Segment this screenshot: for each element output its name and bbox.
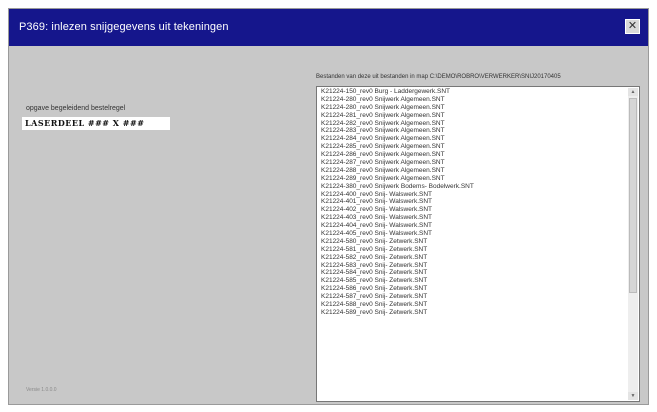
list-item[interactable]: K21224-281_rev0 Snijwerk Algemeen.SNT <box>321 112 625 120</box>
vertical-scrollbar[interactable]: ▲ ▼ <box>628 88 638 400</box>
list-item[interactable]: K21224-150_rev0 Burg - Laddergewerk.SNT <box>321 88 625 96</box>
file-list: K21224-150_rev0 Burg - Laddergewerk.SNT K… <box>321 88 625 317</box>
list-item[interactable]: K21224-288_rev0 Snijwerk Algemeen.SNT <box>321 167 625 175</box>
scroll-thumb[interactable] <box>629 98 637 293</box>
file-listbox[interactable]: K21224-150_rev0 Burg - Laddergewerk.SNT K… <box>316 86 640 402</box>
list-item[interactable]: K21224-400_rev0 Snij- Walswerk.SNT <box>321 191 625 199</box>
list-item[interactable]: K21224-283_rev0 Snijwerk Algemeen.SNT <box>321 127 625 135</box>
title-bar[interactable]: P369: inlezen snijgegevens uit tekeninge… <box>9 9 648 46</box>
list-item[interactable]: K21224-405_rev0 Snij- Walswerk.SNT <box>321 230 625 238</box>
window-title: P369: inlezen snijgegevens uit tekeninge… <box>19 21 229 33</box>
source-folder-label: Bestanden van deze uit bestanden in map … <box>316 74 561 80</box>
list-item[interactable]: K21224-588_rev0 Snij- Zetwerk.SNT <box>321 301 625 309</box>
arrow-up-icon: ▲ <box>630 89 636 95</box>
list-item[interactable]: K21224-401_rev0 Snij- Walswerk.SNT <box>321 198 625 206</box>
list-item[interactable]: K21224-582_rev0 Snij- Zetwerk.SNT <box>321 254 625 262</box>
list-item[interactable]: K21224-280_rev0 Snijwerk Algemeen.SNT <box>321 96 625 104</box>
version-label: Versie 1.0.0.0 <box>26 387 57 393</box>
close-button[interactable]: ✕ <box>625 19 640 34</box>
list-item[interactable]: K21224-586_rev0 Snij- Zetwerk.SNT <box>321 285 625 293</box>
list-item[interactable]: K21224-583_rev0 Snij- Zetwerk.SNT <box>321 262 625 270</box>
list-item[interactable]: K21224-286_rev0 Snijwerk Algemeen.SNT <box>321 151 625 159</box>
list-item[interactable]: K21224-404_rev0 Snij- Walswerk.SNT <box>321 222 625 230</box>
list-item[interactable]: K21224-380_rev0 Snijwerk Bodems- Bodelwe… <box>321 183 625 191</box>
list-item[interactable]: K21224-285_rev0 Snijwerk Algemeen.SNT <box>321 143 625 151</box>
order-line-label: opgave begeleidend bestelregel <box>26 105 126 112</box>
list-item[interactable]: K21224-581_rev0 Snij- Zetwerk.SNT <box>321 246 625 254</box>
scroll-up-button[interactable]: ▲ <box>628 88 638 96</box>
list-item[interactable]: K21224-402_rev0 Snij- Walswerk.SNT <box>321 206 625 214</box>
list-item[interactable]: K21224-585_rev0 Snij- Zetwerk.SNT <box>321 277 625 285</box>
list-item[interactable]: K21224-587_rev0 Snij- Zetwerk.SNT <box>321 293 625 301</box>
list-item[interactable]: K21224-287_rev0 Snijwerk Algemeen.SNT <box>321 159 625 167</box>
order-line-input[interactable]: LASERDEEL ### X ### <box>22 117 170 130</box>
list-item[interactable]: K21224-282_rev0 Snijwerk Algemeen.SNT <box>321 120 625 128</box>
list-item[interactable]: K21224-280_rev0 Snijwerk Algemeen.SNT <box>321 104 625 112</box>
arrow-down-icon: ▼ <box>630 393 636 399</box>
list-item[interactable]: K21224-584_rev0 Snij- Zetwerk.SNT <box>321 269 625 277</box>
scroll-down-button[interactable]: ▼ <box>628 392 638 400</box>
list-item[interactable]: K21224-589_rev0 Snij- Zetwerk.SNT <box>321 309 625 317</box>
dialog-window: P369: inlezen snijgegevens uit tekeninge… <box>8 8 649 405</box>
list-item[interactable]: K21224-580_rev0 Snij- Zetwerk.SNT <box>321 238 625 246</box>
list-item[interactable]: K21224-403_rev0 Snij- Walswerk.SNT <box>321 214 625 222</box>
list-item[interactable]: K21224-289_rev0 Snijwerk Algemeen.SNT <box>321 175 625 183</box>
close-icon: ✕ <box>627 20 638 32</box>
list-item[interactable]: K21224-284_rev0 Snijwerk Algemeen.SNT <box>321 135 625 143</box>
